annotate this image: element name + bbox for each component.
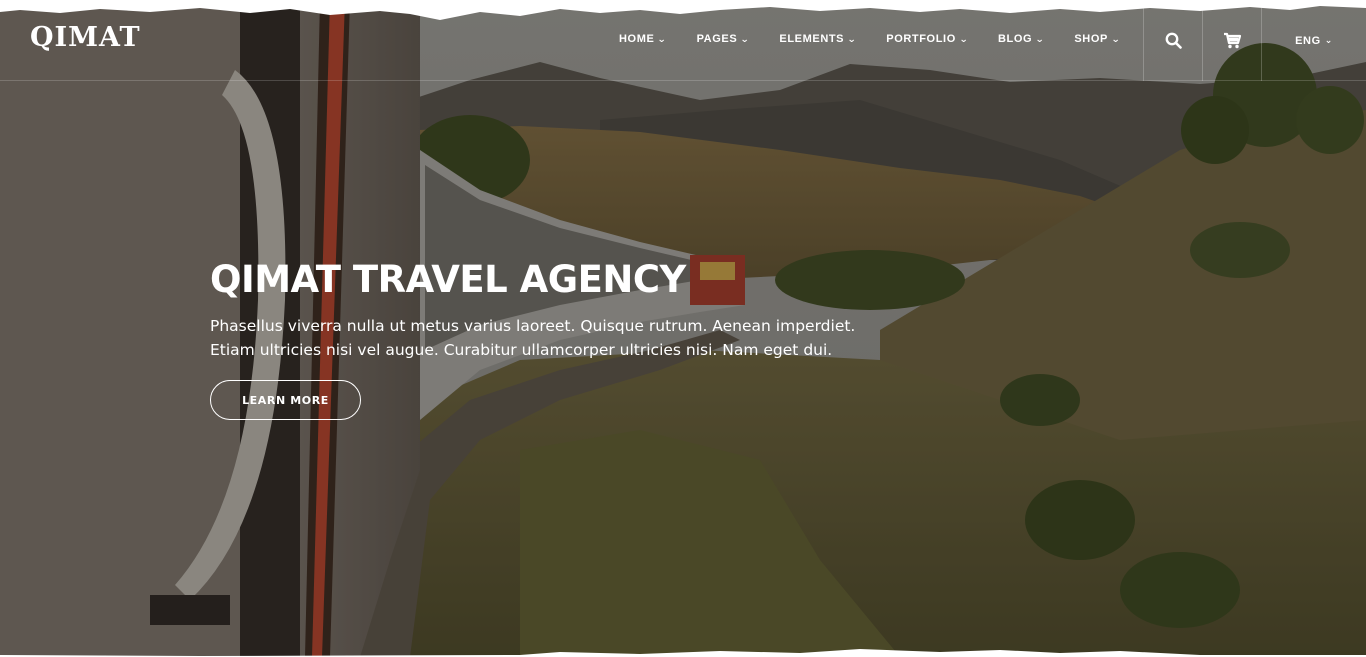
nav-item-portfolio[interactable]: PORTFOLIO ⌄ — [886, 33, 968, 45]
nav-item-label: PORTFOLIO — [886, 33, 956, 45]
nav-item-pages[interactable]: PAGES ⌄ — [697, 33, 750, 45]
cart-button[interactable] — [1202, 0, 1261, 81]
search-button[interactable] — [1143, 0, 1202, 81]
site-logo[interactable]: QIMAT — [30, 22, 141, 53]
hero-description-line: Phasellus viverra nulla ut metus varius … — [210, 317, 856, 335]
language-selector[interactable]: ENG ⌄ — [1261, 0, 1366, 81]
nav-item-elements[interactable]: ELEMENTS ⌄ — [779, 33, 856, 45]
learn-more-button[interactable]: LEARN MORE — [210, 380, 361, 420]
nav-item-label: SHOP — [1074, 33, 1108, 45]
language-label: ENG — [1295, 34, 1321, 47]
chevron-down-icon: ⌄ — [1035, 33, 1046, 44]
search-icon — [1165, 32, 1182, 49]
chevron-down-icon: ⌄ — [1111, 33, 1121, 44]
chevron-down-icon: ⌄ — [1324, 35, 1333, 45]
chevron-down-icon: ⌄ — [847, 33, 858, 44]
hero-title: QIMAT TRAVEL AGENCY — [210, 258, 686, 301]
site-header: QIMAT HOME ⌄ PAGES ⌄ ELEMENTS ⌄ PORTFOLI… — [0, 0, 1366, 81]
nav-item-label: PAGES — [696, 33, 738, 45]
chevron-down-icon: ⌄ — [740, 33, 751, 44]
nav-item-blog[interactable]: BLOG ⌄ — [998, 33, 1044, 45]
hero-description-line: Etiam ultricies nisi vel augue. Curabitu… — [210, 341, 833, 359]
cart-icon — [1224, 32, 1241, 49]
nav-item-home[interactable]: HOME ⌄ — [619, 33, 667, 45]
nav-item-shop[interactable]: SHOP ⌄ — [1074, 33, 1120, 45]
nav-item-label: ELEMENTS — [779, 33, 845, 45]
nav-item-label: HOME — [619, 33, 655, 45]
nav-item-label: BLOG — [998, 33, 1033, 45]
torn-bottom-edge — [0, 649, 1366, 657]
hero-section: QIMAT HOME ⌄ PAGES ⌄ ELEMENTS ⌄ PORTFOLI… — [0, 0, 1366, 657]
chevron-down-icon: ⌄ — [657, 33, 668, 44]
hero-description: Phasellus viverra nulla ut metus varius … — [210, 314, 970, 362]
chevron-down-icon: ⌄ — [959, 33, 969, 44]
main-nav: HOME ⌄ PAGES ⌄ ELEMENTS ⌄ PORTFOLIO ⌄ BL… — [619, 33, 1150, 45]
